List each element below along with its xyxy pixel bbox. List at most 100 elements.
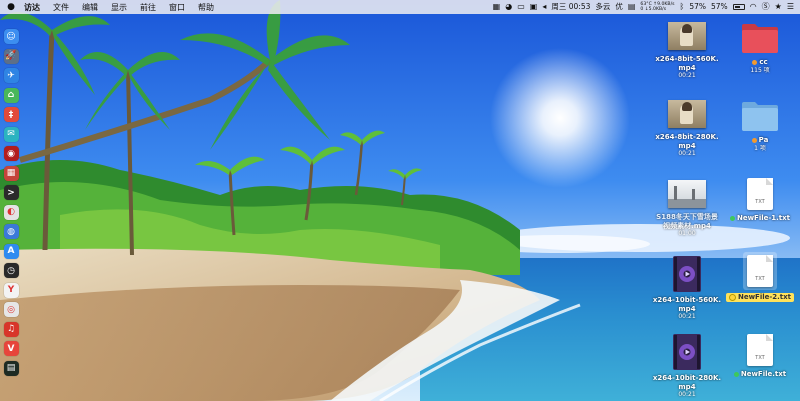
status-area: ▦ ◕ ▭ ▣ ◂ 周三 00:53 多云 优 ▤ 63°C ↑9.0KB/s … xyxy=(493,0,794,14)
photos-icon[interactable]: ▦ xyxy=(3,165,19,181)
file-name: x264-10bit-560K. mp4 xyxy=(652,296,722,313)
doc-name-text: NewFile-1.txt xyxy=(736,214,791,222)
file-duration: 01:00 xyxy=(678,230,696,237)
notes-icon[interactable]: ◉ xyxy=(3,146,19,161)
clock-text[interactable]: 周三 00:53 xyxy=(551,0,590,14)
text-file-icon: TXT xyxy=(747,255,773,287)
desktop-file-4[interactable]: x264-10bit-560K. mp4 00:21 xyxy=(648,256,726,320)
video-file-icon xyxy=(673,256,701,292)
folder-name: cc xyxy=(752,58,768,67)
desktop-doc-newfile[interactable]: TXT NewFile.txt xyxy=(722,334,798,379)
folder-icon xyxy=(741,100,779,132)
wechat-icon[interactable]: ◕ xyxy=(505,0,512,14)
folder-count: 115 项 xyxy=(750,66,770,74)
menu-bar: ● 访达 文件 编辑 显示 前往 窗口 帮助 ▦ ◕ ▭ ▣ ◂ 周三 00:5… xyxy=(0,0,800,14)
appstore-icon[interactable]: A xyxy=(3,243,19,259)
bluetooth-icon[interactable]: ᛒ xyxy=(680,0,685,14)
text-file-icon: TXT xyxy=(747,334,773,366)
network-monitor[interactable]: 63°C ↑9.0KB/s 0 ↓5.0KB/s xyxy=(640,2,674,12)
desktop-file-3[interactable]: S188冬天下雪场景 视频素材.mp4 01:00 xyxy=(644,180,730,237)
red-app-icon[interactable]: ‡ xyxy=(3,107,19,122)
doc-name: NewFile-1.txt xyxy=(729,214,791,223)
video-thumbnail xyxy=(668,100,706,128)
menu-edit[interactable]: 编辑 xyxy=(82,2,98,13)
selection-highlight: TXT xyxy=(743,252,777,290)
menu-view[interactable]: 显示 xyxy=(111,2,127,13)
yellow-tag-icon xyxy=(728,293,736,301)
messages-icon[interactable]: ✉ xyxy=(3,126,19,142)
desktop-doc-newfile-2[interactable]: TXT NewFile-2.txt xyxy=(722,252,798,302)
doc-name: NewFile-2.txt xyxy=(725,293,795,302)
menu-help[interactable]: 帮助 xyxy=(198,2,214,13)
menu-file[interactable]: 文件 xyxy=(53,2,69,13)
terminal-icon[interactable]: > xyxy=(3,185,19,200)
video-thumbnail xyxy=(668,22,706,50)
menu-window[interactable]: 窗口 xyxy=(169,2,185,13)
green-tag-icon xyxy=(733,371,739,377)
clock-icon[interactable]: ◷ xyxy=(3,263,19,278)
desktop-folder-cc[interactable]: cc 115 项 xyxy=(732,22,788,74)
video-thumbnail xyxy=(668,180,706,208)
file-name: x264-8bit-280K. mp4 xyxy=(655,133,719,150)
preview-icon[interactable]: ◐ xyxy=(3,204,19,220)
battery-percent[interactable]: 57% xyxy=(711,0,728,14)
input-icon[interactable]: ▦ xyxy=(493,0,501,14)
desktop-file-5[interactable]: x264-10bit-280K. mp4 00:21 xyxy=(648,334,726,398)
folder-name-text: cc xyxy=(759,58,768,66)
media-icon[interactable]: ▣ xyxy=(530,0,538,14)
safari-icon[interactable]: ✈ xyxy=(3,68,19,83)
netease-icon[interactable]: ♫ xyxy=(3,321,19,337)
file-duration: 00:21 xyxy=(678,391,696,398)
s-icon[interactable]: Ⓢ xyxy=(762,0,770,14)
green-tag-icon xyxy=(729,215,735,221)
folder-name: Pa xyxy=(751,136,769,145)
net-zero: 0 xyxy=(640,7,644,12)
net-down: 5.0KB/s xyxy=(648,7,667,12)
apple-icon[interactable]: ● xyxy=(6,2,16,12)
doc-name-text: NewFile.txt xyxy=(740,370,787,378)
file-name: S188冬天下雪场景 视频素材.mp4 xyxy=(656,213,718,230)
file-duration: 00:21 xyxy=(678,313,696,320)
file-name: x264-8bit-560K. mp4 xyxy=(655,55,719,72)
display-icon[interactable]: ▭ xyxy=(517,0,525,14)
dock: ☺ 🚀 ✈ ⌂ ‡ ✉ ◉ ▦ > ◐ ◍ A ◷ Y ◎ ♫ V ▤ xyxy=(0,17,22,401)
wifi-icon[interactable]: ◠ xyxy=(750,0,757,14)
launchpad-icon[interactable]: 🚀 xyxy=(3,48,19,64)
quality-text[interactable]: 优 xyxy=(615,0,623,14)
menu-go[interactable]: 前往 xyxy=(140,2,156,13)
maps-icon[interactable]: ⌂ xyxy=(3,87,19,103)
file-duration: 00:21 xyxy=(678,150,696,157)
cpu-percent[interactable]: 57% xyxy=(689,0,706,14)
chrome-icon[interactable]: ◎ xyxy=(3,302,19,317)
file-duration: 00:21 xyxy=(678,72,696,79)
file-extension: TXT xyxy=(755,276,765,282)
console-icon[interactable]: ▤ xyxy=(3,360,19,376)
text-file-icon: TXT xyxy=(747,178,773,210)
vivaldi-icon[interactable]: V xyxy=(3,341,19,356)
file-extension: TXT xyxy=(755,355,765,361)
video-file-icon xyxy=(673,334,701,370)
desktop-file-2[interactable]: x264-8bit-280K. mp4 00:21 xyxy=(648,100,726,157)
doc-name: NewFile.txt xyxy=(733,370,787,379)
finder-icon[interactable]: ☺ xyxy=(3,29,19,44)
folder-name-text: Pa xyxy=(758,136,769,144)
orange-tag-icon xyxy=(751,137,757,143)
star-icon[interactable]: ★ xyxy=(775,0,782,14)
file-name: x264-10bit-280K. mp4 xyxy=(652,374,722,391)
desktop-doc-newfile-1[interactable]: TXT NewFile-1.txt xyxy=(722,178,798,223)
yandex-icon[interactable]: Y xyxy=(3,282,19,298)
weather-text[interactable]: 多云 xyxy=(595,0,610,14)
globe-icon[interactable]: ◍ xyxy=(3,224,19,239)
orange-tag-icon xyxy=(752,59,758,65)
audio-icon[interactable]: ◂ xyxy=(542,0,546,14)
page-corner xyxy=(766,255,773,262)
page-corner xyxy=(766,178,773,185)
desktop[interactable]: ● 访达 文件 编辑 显示 前往 窗口 帮助 ▦ ◕ ▭ ▣ ◂ 周三 00:5… xyxy=(0,0,800,401)
battery-icon[interactable] xyxy=(732,4,745,10)
desktop-file-1[interactable]: x264-8bit-560K. mp4 00:21 xyxy=(648,22,726,79)
menu-icon[interactable]: ☰ xyxy=(787,0,794,14)
screen-icon[interactable]: ▤ xyxy=(628,0,636,14)
folder-icon xyxy=(741,22,779,54)
menu-finder[interactable]: 访达 xyxy=(24,2,40,13)
desktop-folder-pa[interactable]: Pa 1 项 xyxy=(732,100,788,152)
